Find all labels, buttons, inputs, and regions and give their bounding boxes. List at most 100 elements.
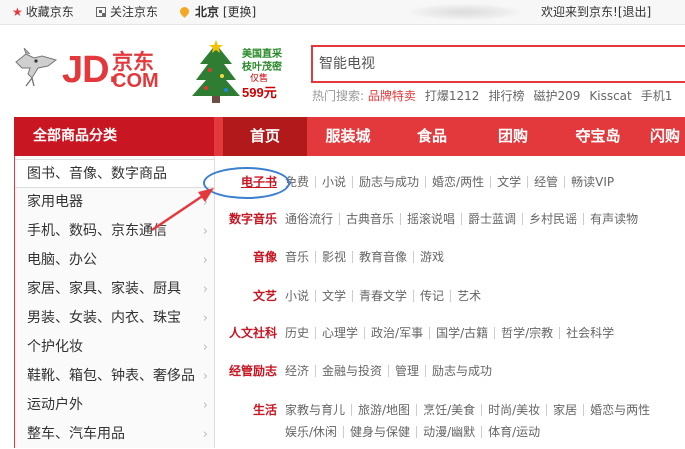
category-label: 鞋靴、箱包、钟表、奢侈品 [27, 368, 195, 384]
subcategory-link[interactable]: 游戏 [413, 251, 450, 263]
christmas-tree-icon [192, 40, 240, 103]
christmas-tree-promo[interactable]: 美国直采 枝叶茂密 仅售 599元 [190, 40, 300, 104]
hot-keyword[interactable]: 磁护209 [533, 89, 580, 103]
subcategory-link[interactable]: 体育/运动 [481, 426, 546, 438]
subcategory-row-life-continued: 娱乐/休闲 健身与保健 动漫/幽默 体育/运动 [215, 422, 685, 442]
subcategory-link[interactable]: 娱乐/休闲 [281, 426, 343, 438]
subcategory-link[interactable]: 文学 [315, 290, 352, 302]
subcategory-link[interactable]: 摇滚说唱 [400, 213, 461, 225]
category-label: 家居、家具、家装、厨具 [27, 281, 181, 297]
subcategory-link[interactable]: 乡村民谣 [522, 213, 583, 225]
subcategory-link[interactable]: 影视 [315, 251, 352, 263]
subcategory-link[interactable]: 有声读物 [583, 213, 644, 225]
chevron-right-icon: › [202, 369, 208, 384]
nav-tab-treasure[interactable]: 夺宝岛 [560, 117, 636, 156]
category-item-auto[interactable]: 整车、汽车用品 › [15, 420, 214, 449]
category-label: 男装、女装、内衣、珠宝 [27, 310, 181, 326]
main-nav: 全部商品分类 首页 服装城 食品 团购 夺宝岛 闪购 [14, 117, 685, 156]
chevron-right-icon: › [202, 340, 208, 355]
subcategory-link[interactable]: 小说 [315, 176, 352, 188]
subcategory-link[interactable]: 经济 [281, 365, 315, 377]
nav-tab-food[interactable]: 食品 [399, 117, 465, 156]
jd-logo[interactable]: JD. 京东 COM [12, 44, 182, 96]
chevron-right-icon: › [202, 282, 208, 297]
city-name: 北京 [195, 5, 220, 19]
subcategory-label-literature[interactable]: 文艺 [215, 286, 277, 306]
logout-link[interactable]: [退出] [618, 5, 651, 19]
subcategory-row-humanities: 人文社科 历史 心理学 政治/军事 国学/古籍 哲学/宗教 社会科学 [215, 323, 685, 343]
change-city-link[interactable]: [更换] [223, 5, 256, 19]
search-input[interactable] [319, 48, 679, 80]
subcategory-link[interactable]: 健身与保健 [343, 426, 416, 438]
welcome-text: 欢迎来到京东! [541, 5, 618, 19]
subcategory-link[interactable]: 动漫/幽默 [416, 426, 481, 438]
hot-keyword[interactable]: 排行榜 [488, 89, 524, 103]
subcategory-link[interactable]: 国学/古籍 [429, 327, 494, 339]
nav-tab-flash-sale[interactable]: 闪购 [650, 117, 685, 156]
subcategory-link[interactable]: 畅读VIP [564, 176, 620, 188]
subcategory-label-audio-video[interactable]: 音像 [215, 247, 277, 267]
subcategory-row-literature: 文艺 小说 文学 青春文学 传记 艺术 [215, 286, 685, 306]
subcategory-link[interactable]: 文学 [490, 176, 527, 188]
category-item-home[interactable]: 家居、家具、家装、厨具 › [15, 275, 214, 304]
subcategory-link[interactable]: 历史 [281, 327, 315, 339]
hot-searches: 热门搜索: 品牌特卖 打爆1212 排行榜 磁护209 Kisscat 手机1 [312, 87, 681, 104]
subcategory-link[interactable]: 教育音像 [352, 251, 413, 263]
category-item-luxury[interactable]: 鞋靴、箱包、钟表、奢侈品 › [15, 362, 214, 391]
subcategory-link[interactable]: 古典音乐 [339, 213, 400, 225]
subcategory-link[interactable]: 烹饪/美食 [416, 404, 481, 416]
subcategory-link[interactable]: 婚恋/两性 [425, 176, 490, 188]
subcategory-label-humanities[interactable]: 人文社科 [215, 323, 277, 343]
subcategory-link[interactable]: 家居 [546, 404, 583, 416]
chevron-right-icon: › [202, 398, 208, 413]
subcategory-link[interactable]: 经管 [527, 176, 564, 188]
subcategory-link[interactable]: 家教与育儿 [281, 404, 351, 416]
nav-tab-home[interactable]: 首页 [223, 117, 307, 156]
hot-keyword[interactable]: 品牌特卖 [368, 89, 416, 103]
category-item-beauty[interactable]: 个护化妆 › [15, 333, 214, 362]
favorite-link[interactable]: ★ 收藏京东 [12, 0, 74, 24]
subcategory-link[interactable]: 心理学 [315, 327, 364, 339]
chevron-right-icon: › [202, 253, 208, 268]
subcategory-link[interactable]: 金融与投资 [315, 365, 388, 377]
nav-tab-clothing[interactable]: 服装城 [310, 117, 386, 156]
category-item-sports[interactable]: 运动户外 › [15, 391, 214, 420]
subcategory-link[interactable]: 艺术 [450, 290, 487, 302]
subcategory-link[interactable]: 管理 [388, 365, 425, 377]
subcategory-link[interactable]: 励志与成功 [425, 365, 498, 377]
subcategory-link[interactable]: 音乐 [281, 251, 315, 263]
subcategory-link[interactable]: 爵士蓝调 [461, 213, 522, 225]
subcategory-link[interactable]: 婚恋与两性 [583, 404, 656, 416]
hot-keyword[interactable]: 打爆1212 [425, 89, 480, 103]
subcategory-link[interactable]: 时尚/美妆 [481, 404, 546, 416]
jd-dog-mascot-icon [15, 48, 58, 87]
nav-tab-group-buy[interactable]: 团购 [480, 117, 546, 156]
category-label: 个护化妆 [27, 339, 83, 355]
subcategory-row-audio-video: 音像 音乐 影视 教育音像 游戏 [215, 247, 685, 267]
hot-keyword[interactable]: Kisscat [589, 89, 631, 103]
category-item-apparel[interactable]: 男装、女装、内衣、珠宝 › [15, 304, 214, 333]
hot-keyword[interactable]: 手机1 [641, 89, 673, 103]
category-item-computers[interactable]: 电脑、办公 › [15, 246, 214, 275]
subcategory-label-life[interactable]: 生活 [215, 400, 277, 420]
subcategory-link[interactable]: 通俗流行 [281, 213, 339, 225]
subcategory-row-business: 经管励志 经济 金融与投资 管理 励志与成功 [215, 361, 685, 381]
subcategory-link[interactable]: 青春文学 [352, 290, 413, 302]
subcategory-label-digital-music[interactable]: 数字音乐 [215, 209, 277, 229]
logo-com-text: COM [112, 70, 159, 92]
subcategory-link[interactable]: 励志与成功 [352, 176, 425, 188]
subcategory-link[interactable]: 社会科学 [559, 327, 620, 339]
location-selector: 北京 [更换] [178, 0, 256, 24]
qr-code-icon [96, 7, 106, 17]
subcategory-link[interactable]: 小说 [281, 290, 315, 302]
search-box [311, 45, 685, 83]
subcategory-link[interactable]: 政治/军事 [364, 327, 429, 339]
follow-link[interactable]: 关注京东 [96, 0, 158, 24]
subcategory-link[interactable]: 旅游/地图 [351, 404, 416, 416]
subcategory-link[interactable]: 哲学/宗教 [494, 327, 559, 339]
all-categories-button[interactable]: 全部商品分类 [14, 117, 214, 156]
subcategory-link[interactable]: 传记 [413, 290, 450, 302]
subcategory-label-business[interactable]: 经管励志 [215, 361, 277, 381]
annotation-arrow-icon [151, 188, 214, 232]
category-label: 图书、音像、数字商品 [27, 166, 167, 182]
